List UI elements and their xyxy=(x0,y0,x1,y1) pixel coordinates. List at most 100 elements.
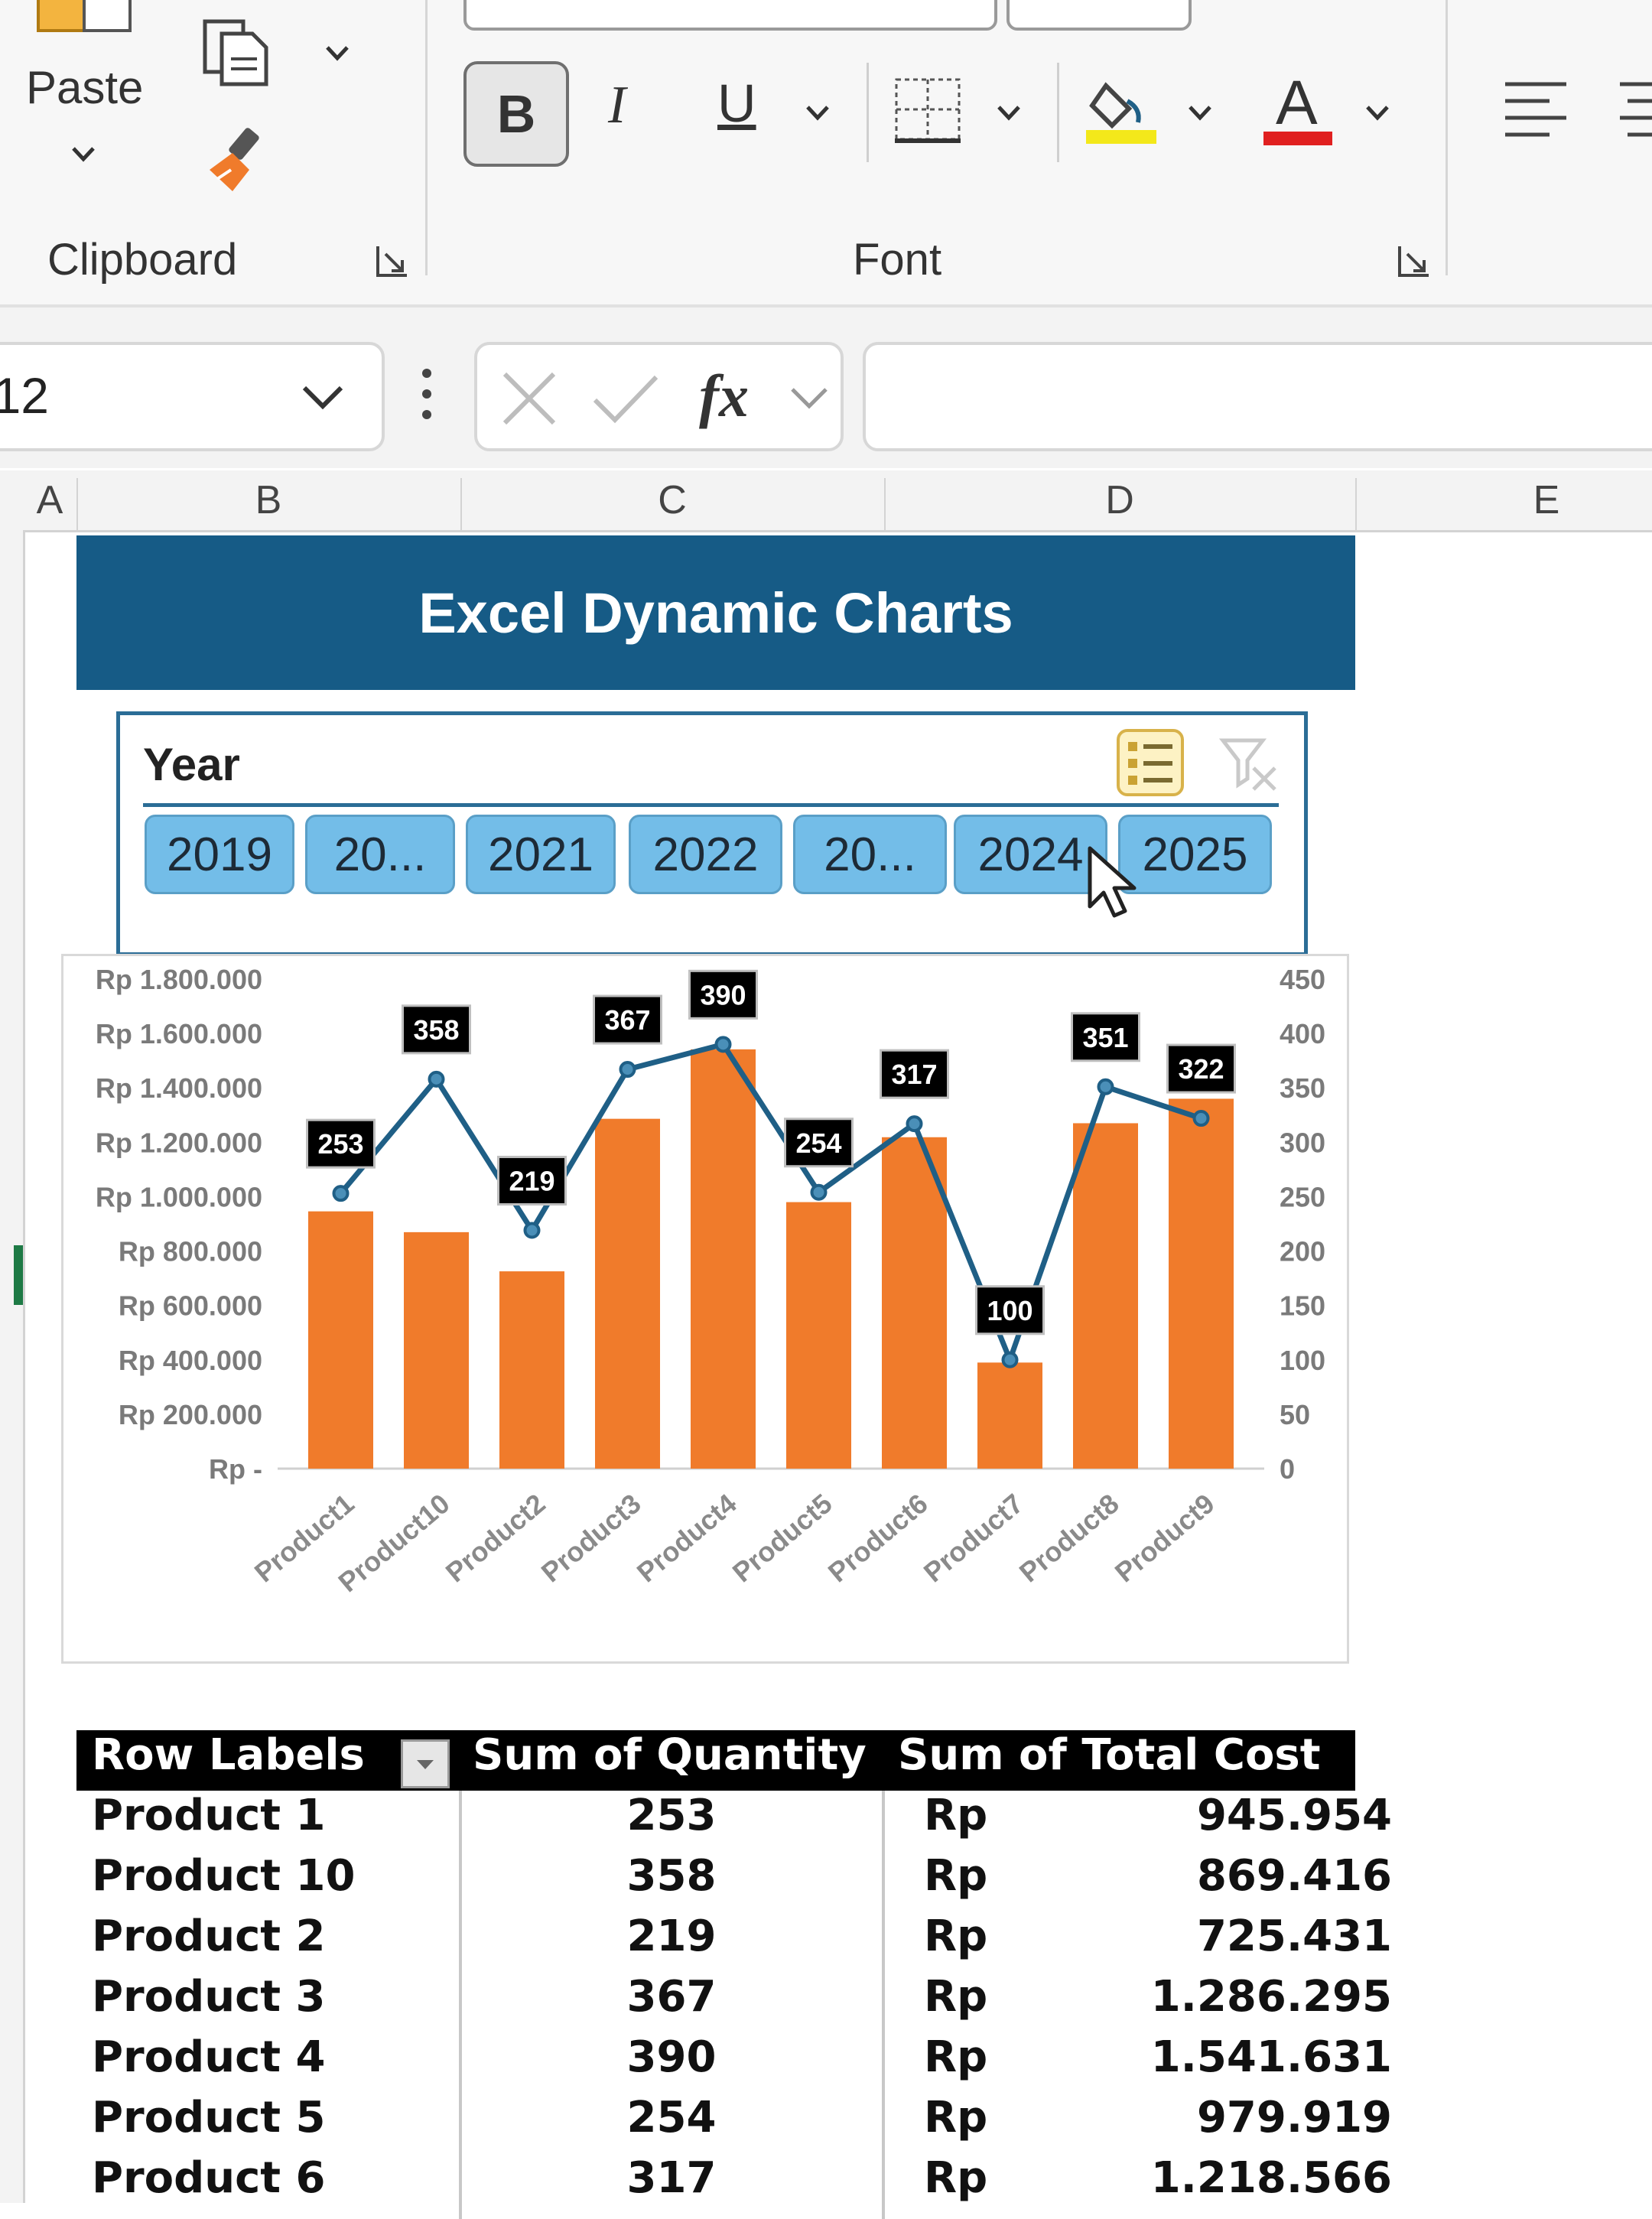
y-right-tick-label: 150 xyxy=(1280,1290,1325,1322)
slicer-item-2024[interactable]: 2024 xyxy=(954,815,1107,894)
data-label: 100 xyxy=(987,1295,1032,1326)
pivot-row-label: Product 1 xyxy=(92,1791,326,1840)
y-left-tick-label: Rp 1.200.000 xyxy=(96,1127,262,1158)
clipboard-dialog-launcher-icon[interactable] xyxy=(375,243,410,278)
paste-icon[interactable] xyxy=(31,0,161,38)
bar xyxy=(499,1271,564,1469)
line-point xyxy=(523,1222,541,1239)
data-label: 322 xyxy=(1178,1053,1224,1085)
y-right-tick-label: 200 xyxy=(1280,1236,1325,1267)
bold-button[interactable]: B xyxy=(463,61,569,167)
pivot-row-label: Product 10 xyxy=(92,1851,356,1901)
align-left-icon[interactable] xyxy=(1504,80,1568,141)
x-tick-label: Product3 xyxy=(535,1488,647,1589)
pivot-row[interactable]: Product 1 253 Rp 945.954 xyxy=(76,1791,1392,1851)
data-label: 367 xyxy=(604,1004,650,1036)
line-point xyxy=(1001,1351,1019,1368)
pivot-row[interactable]: Product 3 367 Rp 1.286.295 xyxy=(76,1972,1392,2032)
pivot-row[interactable]: Product 6 317 Rp 1.218.566 xyxy=(76,2153,1392,2214)
slicer-item-2022[interactable]: 2022 xyxy=(629,815,782,894)
insert-function-button[interactable]: fx xyxy=(699,362,749,431)
year-slicer[interactable]: Year 2019 20... 2021 2022 20... 2024 202… xyxy=(116,711,1308,956)
data-label: 351 xyxy=(1082,1022,1128,1053)
bar xyxy=(595,1118,660,1469)
slicer-header-line xyxy=(143,803,1279,807)
row-headers[interactable] xyxy=(0,530,25,2203)
paste-label[interactable]: Paste xyxy=(26,61,143,114)
column-header-e[interactable]: E xyxy=(1355,470,1652,530)
pivot-row-currency: Rp xyxy=(924,1791,988,1840)
column-header-c[interactable]: C xyxy=(460,470,884,530)
font-dialog-launcher-icon[interactable] xyxy=(1397,243,1432,278)
paste-dropdown-chevron-icon[interactable] xyxy=(70,145,96,164)
y-left-tick-label: Rp 800.000 xyxy=(119,1236,262,1267)
multi-select-icon[interactable] xyxy=(1116,728,1185,797)
clear-filter-icon[interactable] xyxy=(1218,734,1280,796)
fill-color-icon[interactable] xyxy=(1083,70,1159,147)
pivot-row[interactable]: Product 4 390 Rp 1.541.631 xyxy=(76,2032,1392,2093)
y-left-tick-label: Rp 600.000 xyxy=(119,1290,262,1322)
copy-dropdown-chevron-icon[interactable] xyxy=(324,44,350,63)
copy-icon[interactable] xyxy=(200,17,273,89)
column-header-b[interactable]: B xyxy=(76,470,460,530)
chart-svg: Rp - Rp 200.000 Rp 400.000 Rp 600.000 Rp 800… xyxy=(96,964,1325,1598)
underline-dropdown-chevron-icon[interactable] xyxy=(805,104,831,122)
formula-bar-more-icon[interactable] xyxy=(419,367,434,421)
fill-color-dropdown-chevron-icon[interactable] xyxy=(1187,104,1213,122)
y-left-tick-label: Rp - xyxy=(209,1453,262,1485)
name-box[interactable]: F12 xyxy=(0,342,385,451)
slicer-item-2019[interactable]: 2019 xyxy=(145,815,294,894)
y-left-tick-label: Rp 1.800.000 xyxy=(96,964,262,995)
x-tick-label: Product9 xyxy=(1109,1488,1221,1589)
pivot-row[interactable]: Product 5 254 Rp 979.919 xyxy=(76,2093,1392,2153)
italic-button[interactable]: I xyxy=(608,75,626,136)
y-right-tick-label: 50 xyxy=(1280,1399,1310,1430)
format-painter-icon[interactable] xyxy=(200,122,277,199)
column-header-a[interactable]: A xyxy=(23,470,76,530)
name-box-chevron-icon[interactable] xyxy=(301,385,344,411)
x-tick-label: Product5 xyxy=(727,1488,838,1589)
x-tick-label: Product7 xyxy=(918,1488,1029,1589)
borders-dropdown-chevron-icon[interactable] xyxy=(996,104,1022,122)
slicer-item-2023[interactable]: 20... xyxy=(793,815,947,894)
formula-bar: F12 fx xyxy=(0,307,1652,468)
column-header-d[interactable]: D xyxy=(884,470,1355,530)
pivot-row-currency: Rp xyxy=(924,2032,988,2082)
pivot-row-cost: 1.541.631 xyxy=(1150,2032,1392,2082)
line-point xyxy=(714,1036,732,1053)
cancel-x-icon[interactable] xyxy=(499,368,560,429)
formula-input[interactable] xyxy=(863,342,1652,451)
font-color-button[interactable]: A xyxy=(1276,67,1318,139)
pivot-row[interactable]: Product 10 358 Rp 869.416 xyxy=(76,1851,1392,1912)
borders-icon[interactable] xyxy=(893,76,962,145)
font-size-box[interactable] xyxy=(1006,0,1192,31)
font-color-dropdown-chevron-icon[interactable] xyxy=(1364,104,1390,122)
data-label: 253 xyxy=(317,1128,363,1160)
pivot-row-label: Product 3 xyxy=(92,1972,326,2022)
underline-button[interactable]: U xyxy=(717,73,756,134)
y-left-tick-label: Rp 200.000 xyxy=(119,1399,262,1430)
align-center-icon[interactable] xyxy=(1615,80,1652,141)
pivot-header-row-labels: Row Labels xyxy=(92,1730,365,1780)
slicer-item-2021[interactable]: 2021 xyxy=(466,815,616,894)
y-left-tick-label: Rp 1.000.000 xyxy=(96,1181,262,1212)
enter-check-icon[interactable] xyxy=(590,371,661,426)
font-group-label: Font xyxy=(853,235,942,285)
pivot-row-label: Product 5 xyxy=(92,2093,326,2143)
slicer-item-2020[interactable]: 20... xyxy=(305,815,455,894)
row-labels-filter-button[interactable] xyxy=(401,1739,450,1788)
y-right-tick-label: 300 xyxy=(1280,1127,1325,1158)
pivot-row-currency: Rp xyxy=(924,2153,988,2203)
pivot-row[interactable]: Product 2 219 Rp 725.431 xyxy=(76,1912,1392,1972)
data-label: 254 xyxy=(795,1127,841,1159)
pivot-row-cost: 725.431 xyxy=(1196,1912,1392,1961)
pivot-row-currency: Rp xyxy=(924,1912,988,1961)
pivot-row-label: Product 6 xyxy=(92,2153,326,2203)
clipboard-group-label: Clipboard xyxy=(47,235,238,285)
data-label: 219 xyxy=(509,1166,554,1197)
fx-dropdown-chevron-icon[interactable] xyxy=(789,386,829,412)
combo-chart[interactable]: Rp - Rp 200.000 Rp 400.000 Rp 600.000 Rp 800… xyxy=(61,954,1349,1664)
font-name-box[interactable] xyxy=(463,0,997,31)
y-right-tick-label: 100 xyxy=(1280,1345,1325,1376)
pivot-row-quantity: 254 xyxy=(626,2093,717,2143)
